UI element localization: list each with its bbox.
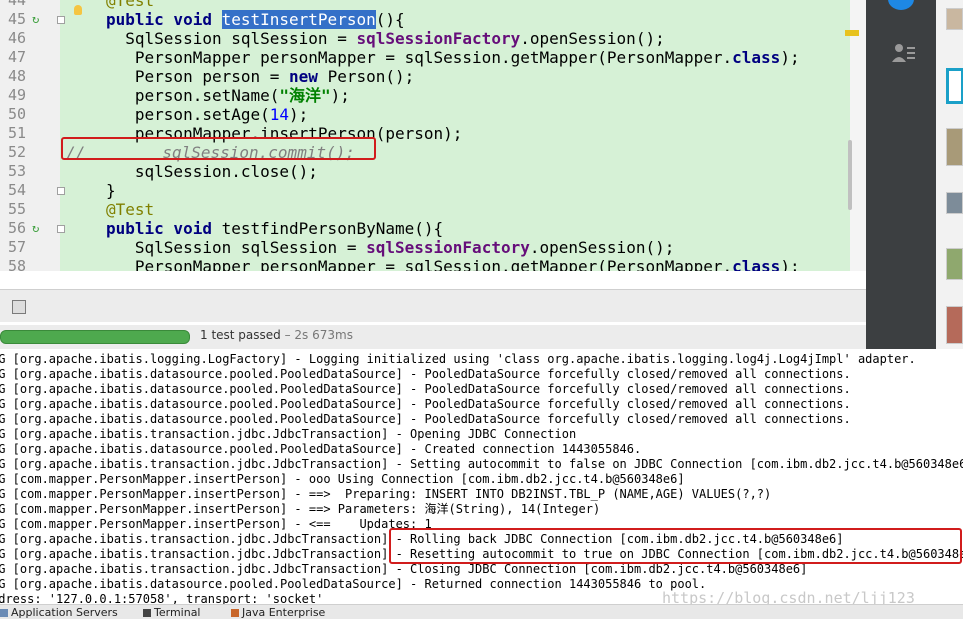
messenger-sidebar: ⚙: [866, 0, 936, 393]
tool-window-bar: Application Servers Terminal Java Enterp…: [0, 604, 963, 619]
console-line: UG [org.apache.ibatis.datasource.pooled.…: [0, 367, 851, 381]
layout-icon[interactable]: [12, 300, 26, 314]
thumbnail-image[interactable]: [946, 248, 963, 280]
code-line-54[interactable]: }: [106, 181, 116, 200]
line-number: 44: [7, 0, 26, 9]
tab-application-servers[interactable]: Application Servers: [0, 606, 118, 619]
chat-bubble-icon[interactable]: [888, 0, 914, 10]
thumbnail-image[interactable]: [946, 8, 963, 30]
console-line: UG [org.apache.ibatis.datasource.pooled.…: [0, 397, 851, 411]
test-result-text: 1 test passed – 2s 673ms: [200, 328, 353, 342]
console-line: UG [org.apache.ibatis.datasource.pooled.…: [0, 442, 642, 456]
code-line-56[interactable]: public void testfindPersonByName(){: [106, 219, 443, 238]
thumbnail-image[interactable]: [946, 192, 963, 214]
thumbnail-strip: [936, 0, 963, 393]
console-line: UG [com.mapper.PersonMapper.insertPerson…: [0, 472, 685, 486]
highlight-box-rollback: [389, 528, 962, 564]
thumbnail-image[interactable]: [946, 128, 963, 166]
server-icon: [0, 609, 8, 617]
code-line-58[interactable]: PersonMapper personMapper = sqlSession.g…: [106, 257, 800, 271]
code-line-49[interactable]: person.setName("海洋");: [106, 86, 350, 105]
line-number: 45: [7, 10, 26, 28]
code-line-48[interactable]: Person person = new Person();: [106, 67, 414, 86]
console-line: UG [org.apache.ibatis.datasource.pooled.…: [0, 382, 851, 396]
java-enterprise-icon: [231, 609, 239, 617]
console-line: UG [org.apache.ibatis.datasource.pooled.…: [0, 577, 707, 591]
terminal-icon: [143, 609, 151, 617]
console-output[interactable]: UG [org.apache.ibatis.logging.LogFactory…: [0, 349, 963, 604]
line-number: 58: [7, 257, 26, 271]
line-number: 46: [7, 29, 26, 47]
console-line: ddress: '127.0.0.1:57058', transport: 's…: [0, 592, 324, 604]
code-editor[interactable]: 44 45 46 47 48 49 50 51 52 53 54 55 56 57 58 ↻ ↻ @Test…: [0, 0, 866, 271]
thumbnail-image[interactable]: [946, 306, 963, 344]
run-test-icon[interactable]: ↻: [32, 12, 39, 26]
run-test-icon[interactable]: ↻: [32, 221, 39, 235]
code-line-46[interactable]: SqlSession sqlSession = sqlSessionFactor…: [106, 29, 664, 48]
contacts-icon[interactable]: [890, 42, 916, 64]
code-line-57[interactable]: SqlSession sqlSession = sqlSessionFactor…: [106, 238, 674, 257]
line-number: 57: [7, 238, 26, 256]
line-number: 52: [7, 143, 26, 161]
code-line-47[interactable]: PersonMapper personMapper = sqlSession.g…: [106, 48, 800, 67]
line-number: 51: [7, 124, 26, 142]
code-line-55[interactable]: @Test: [106, 200, 154, 219]
tab-terminal[interactable]: Terminal: [143, 606, 201, 619]
highlight-box-commit: [61, 137, 376, 160]
lightbulb-icon[interactable]: [74, 5, 82, 15]
run-toolbar: [0, 289, 866, 322]
line-number: 48: [7, 67, 26, 85]
console-line: UG [org.apache.ibatis.logging.LogFactory…: [0, 352, 916, 366]
line-number: 53: [7, 162, 26, 180]
line-number: 47: [7, 48, 26, 66]
selected-method-name: testInsertPerson: [221, 10, 376, 29]
fold-marker-icon[interactable]: [57, 225, 65, 233]
console-line: UG [com.mapper.PersonMapper.insertPerson…: [0, 487, 772, 501]
line-number: 54: [7, 181, 26, 199]
console-line: UG [org.apache.ibatis.transaction.jdbc.J…: [0, 562, 808, 576]
line-number: 56: [7, 219, 26, 237]
console-line: UG [com.mapper.PersonMapper.insertPerson…: [0, 502, 601, 516]
code-line-45[interactable]: public void testInsertPerson(){: [106, 10, 405, 29]
line-number: 55: [7, 200, 26, 218]
test-status-bar: 1 test passed – 2s 673ms: [0, 325, 866, 349]
code-line-53[interactable]: sqlSession.close();: [106, 162, 318, 181]
fold-marker-icon[interactable]: [57, 16, 65, 24]
editor-scroll-thumb[interactable]: [848, 140, 852, 210]
editor-scrollbar[interactable]: [850, 0, 866, 271]
fold-marker-icon[interactable]: [57, 187, 65, 195]
code-line-44[interactable]: @Test: [106, 0, 154, 10]
console-line: UG [org.apache.ibatis.transaction.jdbc.J…: [0, 427, 577, 441]
warning-marker[interactable]: [845, 30, 859, 36]
tab-java-enterprise[interactable]: Java Enterprise: [231, 606, 325, 619]
console-line: UG [org.apache.ibatis.datasource.pooled.…: [0, 412, 851, 426]
test-progress-bar: [0, 330, 190, 344]
console-line: UG [com.mapper.PersonMapper.insertPerson…: [0, 517, 432, 531]
line-number: 49: [7, 86, 26, 104]
code-line-50[interactable]: person.setAge(14);: [106, 105, 308, 124]
console-line: UG [org.apache.ibatis.transaction.jdbc.J…: [0, 457, 963, 471]
line-number: 50: [7, 105, 26, 123]
thumbnail-image[interactable]: [946, 68, 963, 104]
